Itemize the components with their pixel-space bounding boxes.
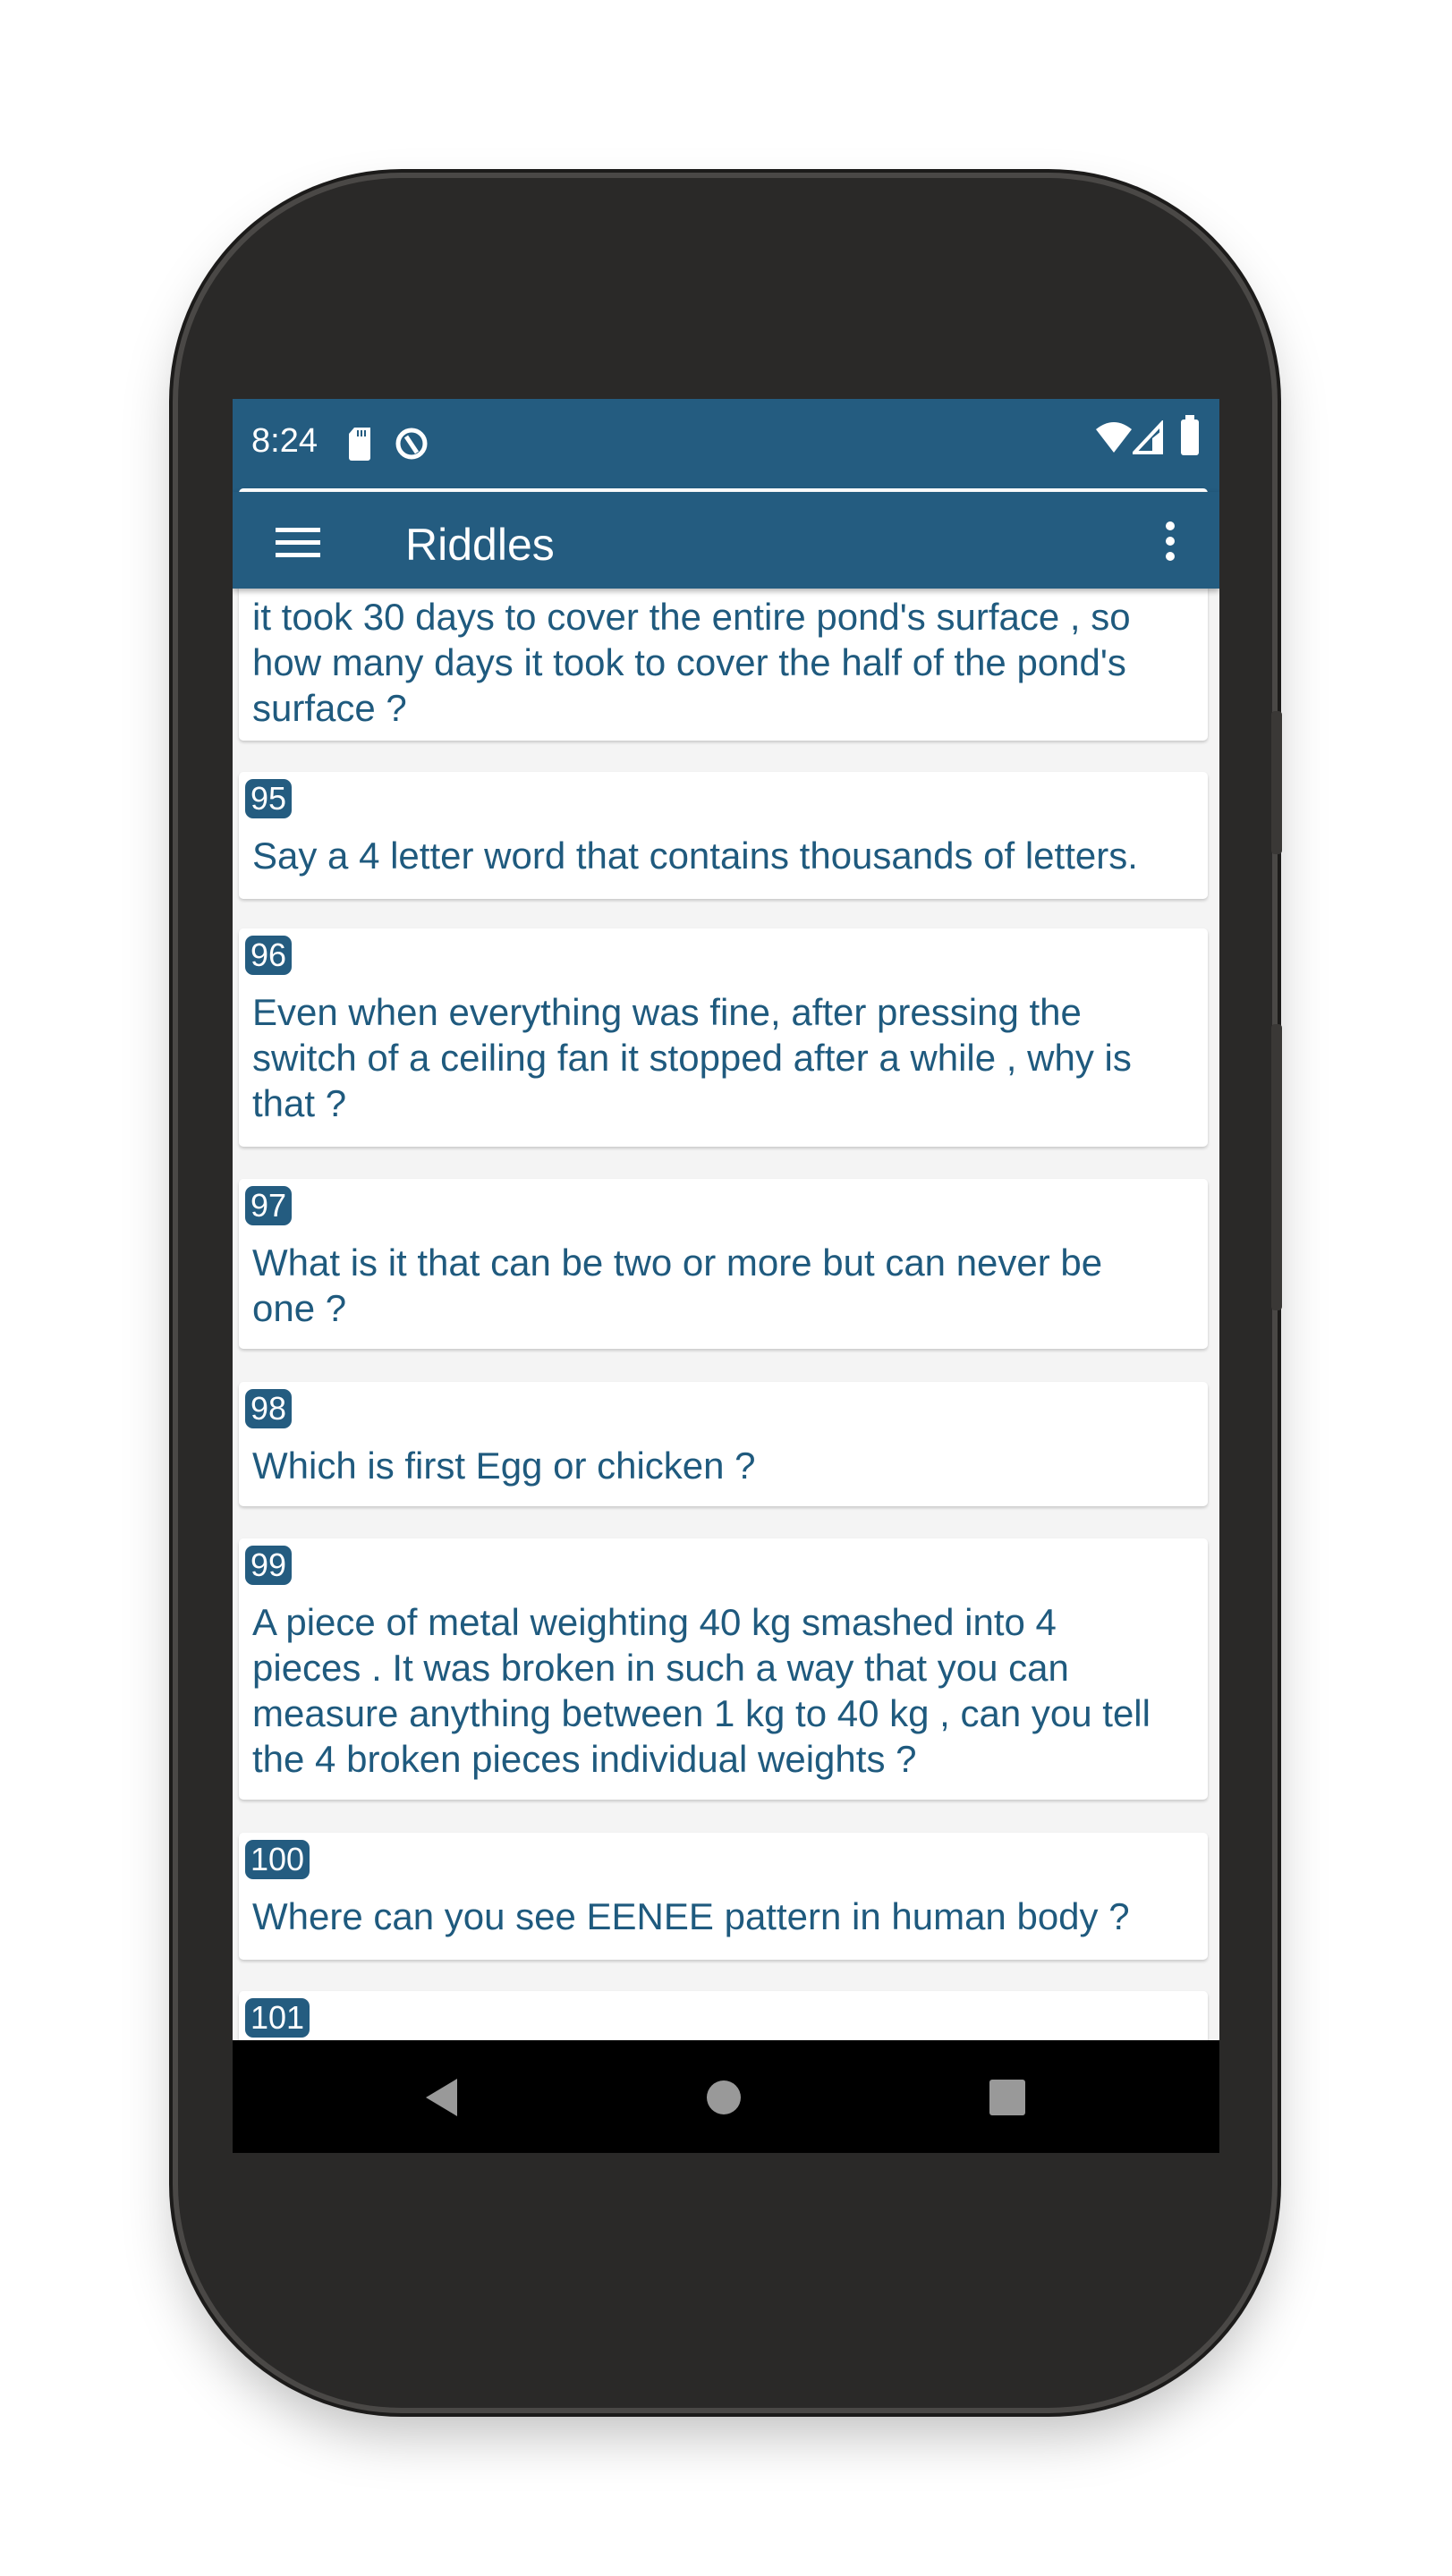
battery-icon xyxy=(1181,415,1199,455)
back-icon[interactable] xyxy=(424,2077,460,2118)
volume-button xyxy=(1271,1024,1282,1310)
riddle-text: Which is first Egg or chicken ? xyxy=(252,1445,756,1487)
riddle-text: Even when everything was fine, after pre… xyxy=(252,991,1132,1124)
riddle-text: What is it that can be two or more but c… xyxy=(252,1241,1103,1329)
riddle-number-badge: 99 xyxy=(245,1546,293,1585)
riddle-number-badge: 101 xyxy=(245,1998,310,2038)
status-bar: 8:24 xyxy=(233,399,1219,492)
wifi-icon xyxy=(1096,422,1132,453)
data-saver-icon xyxy=(395,428,428,460)
app-title: Riddles xyxy=(405,520,555,570)
riddle-text: it took 30 days to cover the entire pond… xyxy=(252,596,1131,729)
riddle-text: Where can you see EENEE pattern in human… xyxy=(252,1895,1130,1937)
riddle-number-badge: 100 xyxy=(245,1840,310,1879)
navigation-bar xyxy=(233,2040,1219,2153)
riddle-number-badge: 98 xyxy=(245,1389,293,1428)
riddle-card[interactable]: 99 A piece of metal weighting 40 kg smas… xyxy=(239,1538,1208,1800)
app-bar: Riddles xyxy=(233,492,1219,589)
more-vert-icon[interactable] xyxy=(1161,521,1179,564)
riddle-number-badge: 95 xyxy=(245,779,293,818)
riddle-number-badge: 96 xyxy=(245,936,293,975)
riddle-card[interactable]: 97 What is it that can be two or more bu… xyxy=(239,1179,1208,1349)
signal-icon xyxy=(1133,420,1163,454)
riddle-card[interactable]: 100 Where can you see EENEE pattern in h… xyxy=(239,1833,1208,1960)
screen: 8:24 Riddles it took 30 days to cover th… xyxy=(233,399,1219,2153)
hamburger-icon[interactable] xyxy=(276,526,322,560)
power-button xyxy=(1271,711,1282,854)
riddle-text: Say a 4 letter word that contains thousa… xyxy=(252,835,1138,877)
recents-icon[interactable] xyxy=(989,2079,1026,2116)
status-time: 8:24 xyxy=(251,422,318,460)
riddle-card[interactable]: 98 Which is first Egg or chicken ? xyxy=(239,1382,1208,1506)
riddle-card[interactable]: 95 Say a 4 letter word that contains tho… xyxy=(239,772,1208,899)
riddle-number-badge: 97 xyxy=(245,1186,293,1225)
sd-card-icon xyxy=(349,428,370,461)
riddle-text: A piece of metal weighting 40 kg smashed… xyxy=(252,1601,1151,1780)
riddle-card[interactable]: 96 Even when everything was fine, after … xyxy=(239,928,1208,1147)
home-icon[interactable] xyxy=(706,2080,742,2115)
